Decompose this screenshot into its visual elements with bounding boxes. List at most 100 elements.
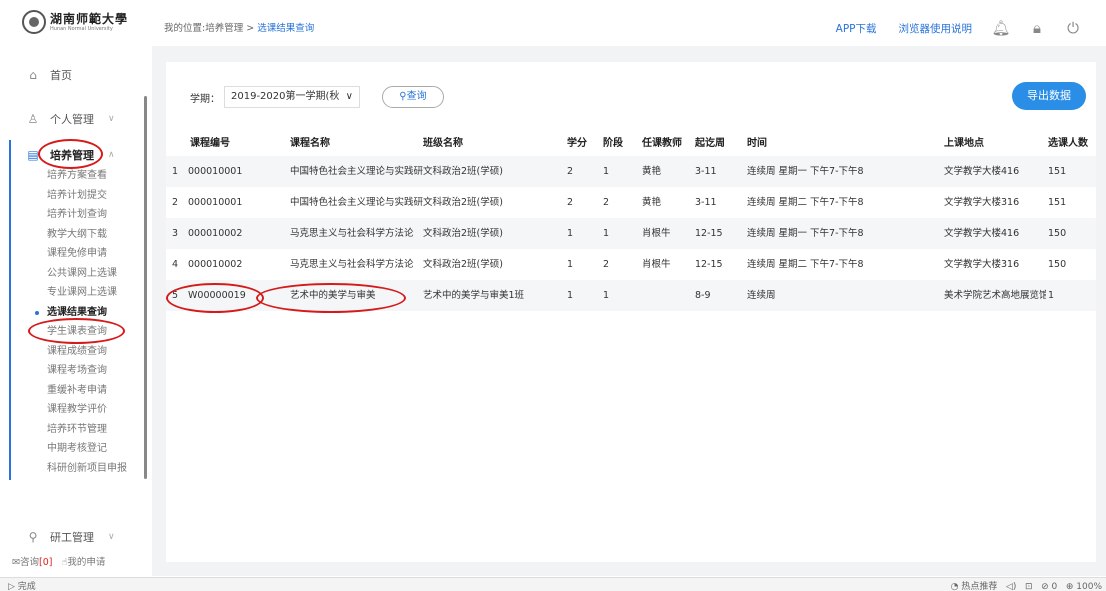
research-icon: ⚲ <box>28 530 38 544</box>
submenu-item[interactable]: 教学大纲下载 <box>47 225 127 245</box>
breadcrumb: 我的位置:培养管理 > 选课结果查询 <box>164 20 314 34</box>
university-logo[interactable]: 湖南师範大學 Hunan Normal University <box>22 10 128 34</box>
stage: 1 <box>603 228 610 239</box>
table-row[interactable]: 2 000010001 中国特色社会主义理论与实践研究 文科政治2班(学硕) 2… <box>166 187 1096 218</box>
table-row[interactable]: 1 000010001 中国特色社会主义理论与实践研究 文科政治2班(学硕) 2… <box>166 156 1096 187</box>
teacher: 肖根牛 <box>642 259 671 270</box>
table-row[interactable]: 3 000010002 马克思主义与社会科学方法论 文科政治2班(学硕) 1 1… <box>166 218 1096 249</box>
stage: 2 <box>603 259 610 270</box>
sidebar: 湖南师範大學 Hunan Normal University ⌂ 首页 ♙ 个人… <box>0 0 148 576</box>
submenu-item[interactable]: 培养计划提交 <box>47 186 127 206</box>
submenu-item[interactable]: 课程免修申请 <box>47 244 127 264</box>
annotation-ellipse <box>38 139 103 169</box>
sidebar-footer: ✉咨询[0] ☝我的申请 <box>12 554 105 568</box>
status-text: 完成 <box>17 582 36 591</box>
table-row[interactable]: 4 000010002 马克思主义与社会科学方法论 文科政治2班(学硕) 1 2… <box>166 249 1096 280</box>
nav-research-label: 研工管理 <box>50 531 94 544</box>
submenu-item[interactable]: 科研创新项目申报 <box>47 459 127 479</box>
time: 连续周 星期二 下午7-下午8 <box>747 259 864 270</box>
submenu-item[interactable]: 培养方案查看 <box>47 166 127 186</box>
place: 文学教学大楼416 <box>944 228 1020 239</box>
speaker-icon[interactable]: ◁) <box>1006 582 1016 591</box>
row-index: 3 <box>172 228 179 239</box>
submenu-item[interactable]: 专业课网上选课 <box>47 283 127 303</box>
hot-icon: ◔ <box>950 582 959 591</box>
weeks: 3-11 <box>695 197 717 208</box>
download-icon[interactable]: ⊡ <box>1025 582 1033 591</box>
nav-personal-label: 个人管理 <box>50 113 94 126</box>
stage: 1 <box>603 290 610 301</box>
column-header: 起讫周 <box>695 138 725 149</box>
course-name: 马克思主义与社会科学方法论 <box>290 259 414 270</box>
course-code: 000010002 <box>188 259 243 270</box>
row-index: 2 <box>172 197 179 208</box>
export-data-button[interactable]: 导出数据 <box>1012 82 1086 110</box>
enroll-count: 150 <box>1048 259 1067 270</box>
place: 文学教学大楼316 <box>944 197 1020 208</box>
course-code: 000010001 <box>188 166 243 177</box>
hot-recommend[interactable]: 热点推荐 <box>961 582 997 591</box>
top-toolbar: APP下载 浏览器使用说明 🔔︎ 🔒︎ ⏻ <box>836 17 1084 39</box>
search-icon: ⚲ <box>399 91 407 102</box>
breadcrumb-current: 选课结果查询 <box>257 23 315 34</box>
stage: 2 <box>603 197 610 208</box>
course-code: 000010001 <box>188 197 243 208</box>
browser-status-bar: ▷ 完成 ◔ 热点推荐 ◁) ⊡ ⊘ 0 ⊕ 100% <box>0 577 1106 591</box>
power-icon[interactable]: ⏻ <box>1062 17 1084 39</box>
submenu-item[interactable]: 培养环节管理 <box>47 420 127 440</box>
weeks: 12-15 <box>695 259 723 270</box>
consult-link[interactable]: ✉咨询[0] <box>12 557 52 568</box>
my-apply-label: 我的申请 <box>67 557 106 568</box>
submenu-item[interactable]: 课程考场查询 <box>47 361 127 381</box>
nav-home[interactable]: ⌂ 首页 <box>26 67 72 83</box>
row-index: 1 <box>172 166 179 177</box>
status-left: ▷ 完成 <box>8 579 36 591</box>
sidebar-scrollbar[interactable] <box>144 96 147 479</box>
university-seal-icon <box>22 10 46 34</box>
filter-row: 学期： 2019-2020第一学期(秋 ∨ ⚲查询 <box>190 86 444 108</box>
course-name: 中国特色社会主义理论与实践研究 <box>290 166 423 177</box>
nav-personal[interactable]: ♙ 个人管理 ∨ <box>26 111 115 127</box>
submenu-item[interactable]: 培养计划查询 <box>47 205 127 225</box>
query-button-label: 查询 <box>406 91 427 102</box>
my-apply-link[interactable]: ☝我的申请 <box>62 557 106 568</box>
class-name: 文科政治2班(学硕) <box>423 197 503 208</box>
stage: 1 <box>603 166 610 177</box>
submenu-item[interactable]: 课程成绩查询 <box>47 342 127 362</box>
status-right: ◔ 热点推荐 ◁) ⊡ ⊘ 0 ⊕ 100% <box>951 579 1102 591</box>
logo-name-en: Hunan Normal University <box>50 25 113 32</box>
column-header: 班级名称 <box>423 138 463 149</box>
term-label: 学期： <box>190 93 220 105</box>
submenu-item[interactable]: 公共课网上选课 <box>47 264 127 284</box>
teacher: 肖根牛 <box>642 228 671 239</box>
submenu-item[interactable]: 重缓补考申请 <box>47 381 127 401</box>
query-button[interactable]: ⚲查询 <box>381 86 444 108</box>
class-name: 文科政治2班(学硕) <box>423 228 503 239</box>
column-header: 任课教师 <box>642 138 682 149</box>
chevron-down-icon: ∨ <box>108 532 115 542</box>
logo-name-cn: 湖南师範大學 <box>50 11 129 26</box>
weeks: 8-9 <box>695 290 711 301</box>
consult-label: 咨询 <box>19 557 39 568</box>
row-index: 4 <box>172 259 179 270</box>
time: 连续周 星期一 下午7-下午8 <box>747 166 864 177</box>
teacher: 黄艳 <box>642 197 662 208</box>
time: 连续周 星期二 下午7-下午8 <box>747 197 864 208</box>
class-name: 文科政治2班(学硕) <box>423 166 503 177</box>
nav-research[interactable]: ⚲ 研工管理 ∨ <box>26 529 115 545</box>
place: 美术学院艺术高地展览馆 <box>944 290 1046 301</box>
credit: 2 <box>567 197 574 208</box>
browser-guide-link[interactable]: 浏览器使用说明 <box>899 21 973 36</box>
credit: 1 <box>567 259 574 270</box>
annotation-ellipse <box>28 318 125 344</box>
chevron-down-icon: ∨ <box>108 114 115 124</box>
credit: 1 <box>567 290 574 301</box>
term-select[interactable]: 2019-2020第一学期(秋 ∨ <box>224 86 360 108</box>
submenu-item[interactable]: 中期考核登记 <box>47 439 127 459</box>
lock-icon[interactable]: 🔒︎ <box>1026 17 1048 39</box>
teacher: 黄艳 <box>642 166 662 177</box>
bell-icon[interactable]: 🔔︎ <box>990 17 1012 39</box>
submenu-item[interactable]: 课程教学评价 <box>47 400 127 420</box>
zoom-level[interactable]: 100% <box>1076 582 1102 591</box>
app-download-link[interactable]: APP下载 <box>836 21 877 36</box>
